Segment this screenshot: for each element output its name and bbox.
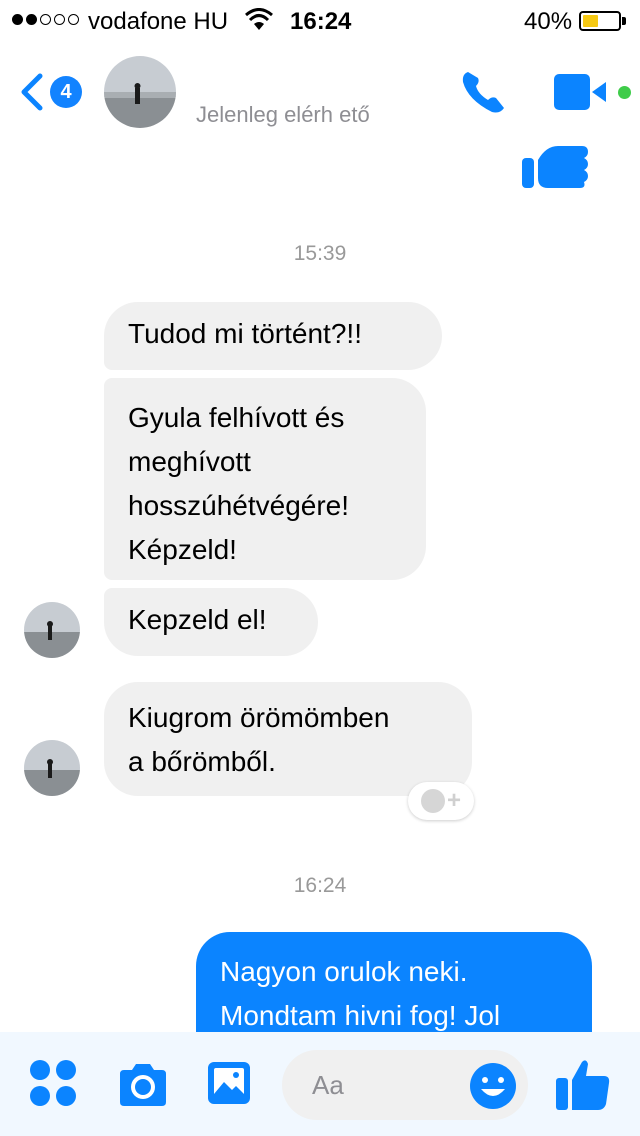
battery-percent: 40%	[524, 8, 573, 35]
phone-call-icon[interactable]	[458, 66, 510, 118]
gallery-icon[interactable]	[206, 1060, 252, 1106]
thumbs-up-large-icon	[522, 146, 588, 188]
emoji-icon[interactable]	[468, 1061, 518, 1111]
signal-strength-icon	[12, 14, 79, 25]
carrier-name: vodafone HU	[88, 8, 229, 35]
sender-avatar[interactable]	[24, 602, 80, 658]
smiley-icon	[420, 789, 445, 813]
online-indicator	[618, 86, 631, 99]
message-input-placeholder: Aa	[312, 1070, 344, 1100]
incoming-message[interactable]: Gyula felhívott és meghívott hosszúhétvé…	[104, 378, 426, 580]
wifi-icon	[245, 8, 273, 30]
sender-avatar[interactable]	[24, 740, 80, 796]
timestamp: 16:24	[293, 874, 347, 897]
timestamp: 15:39	[293, 242, 347, 265]
status-bar: vodafone HU 16:24 40%	[0, 0, 640, 40]
battery-cap	[622, 17, 626, 25]
status-time: 16:24	[290, 8, 352, 35]
video-call-icon[interactable]	[552, 72, 612, 112]
battery-icon	[579, 11, 621, 31]
thumbs-up-icon[interactable]	[554, 1056, 612, 1112]
incoming-message[interactable]: Tudod mi történt?!!	[104, 302, 442, 370]
add-reaction-button[interactable]: +	[408, 782, 474, 820]
back-button[interactable]: 4	[18, 70, 88, 114]
presence-status: Jelenleg elérh ető	[196, 102, 370, 127]
camera-icon[interactable]	[116, 1062, 170, 1108]
apps-icon[interactable]	[30, 1060, 76, 1106]
contact-avatar[interactable]	[104, 56, 176, 128]
unread-badge: 4	[50, 76, 82, 108]
plus-icon: +	[446, 787, 461, 814]
chevron-left-icon	[21, 73, 43, 111]
incoming-message[interactable]: Kepzeld el!	[104, 588, 318, 656]
incoming-message[interactable]: Kiugrom örömömben a bőrömből.	[104, 682, 472, 796]
